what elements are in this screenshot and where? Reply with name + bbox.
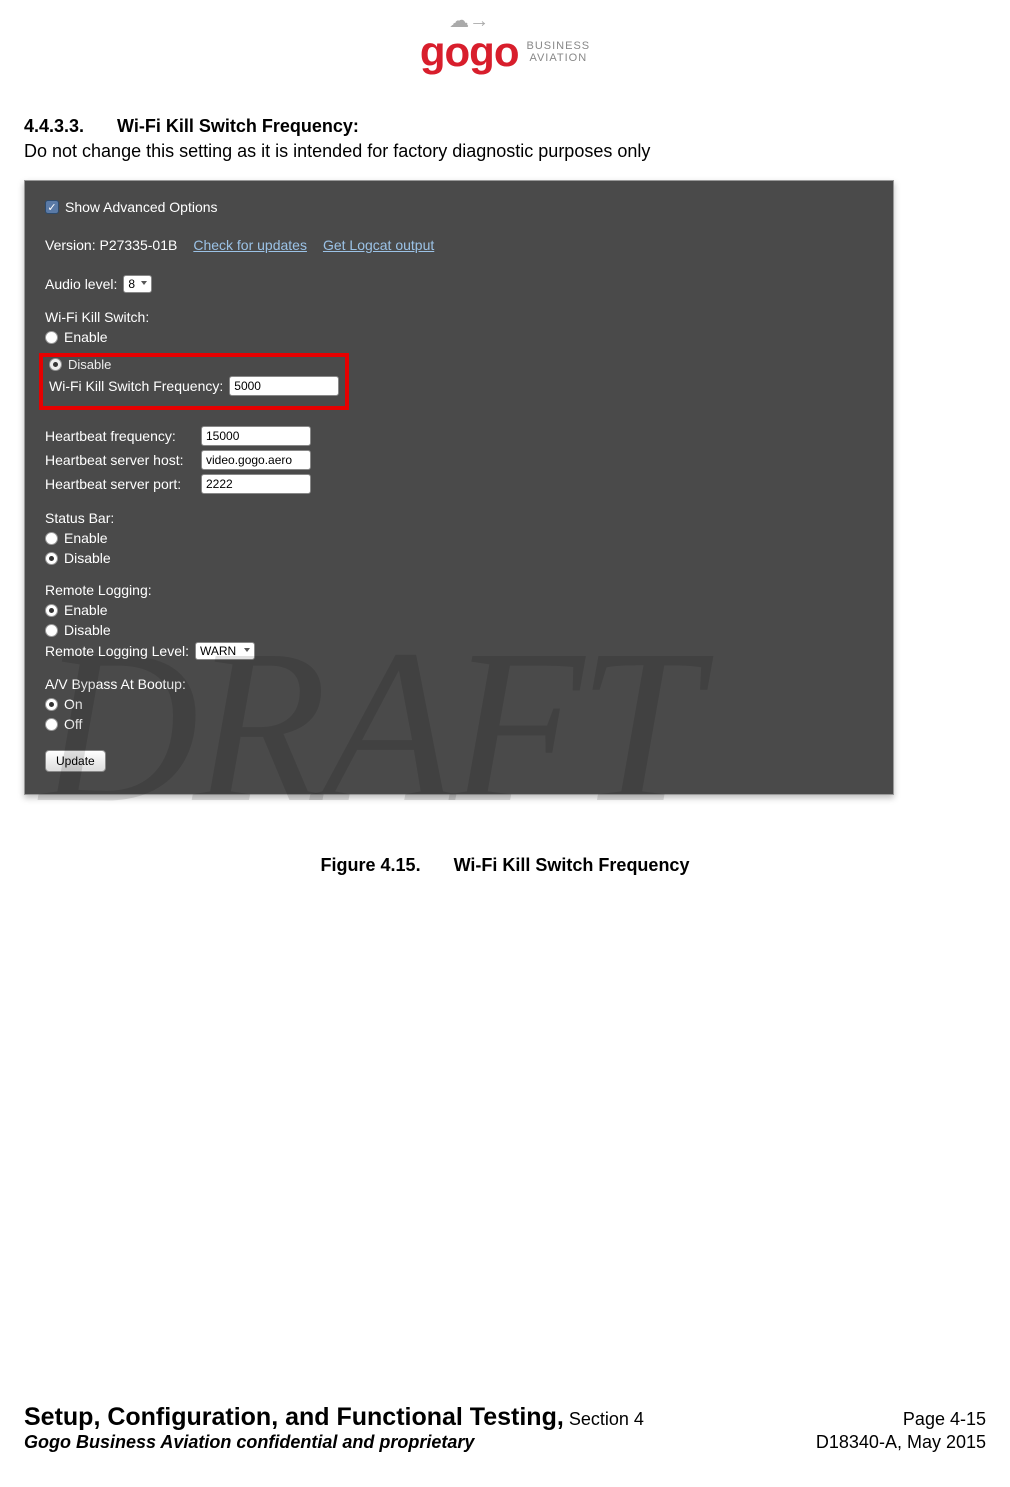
logo-subtext: BUSINESSAVIATION	[526, 40, 590, 64]
show-advanced-checkbox[interactable]: ✓	[45, 200, 59, 214]
logo-brand: gogo	[420, 28, 519, 75]
highlight-box: Disable Wi-Fi Kill Switch Frequency: 500…	[39, 353, 349, 410]
bypass-label: A/V Bypass At Bootup:	[45, 676, 873, 692]
wifi-freq-input[interactable]: 5000	[229, 376, 339, 396]
bypass-on-label: On	[64, 696, 83, 712]
remote-log-level-select[interactable]: WARN	[195, 642, 255, 660]
show-advanced-label: Show Advanced Options	[65, 199, 218, 215]
bypass-off-radio[interactable]	[45, 718, 58, 731]
wifi-disable-radio[interactable]	[49, 358, 62, 371]
footer-docnum: D18340-A, May 2015	[816, 1432, 986, 1453]
figure-title: Wi-Fi Kill Switch Frequency	[454, 855, 690, 875]
statusbar-enable-radio[interactable]	[45, 532, 58, 545]
wifi-freq-label: Wi-Fi Kill Switch Frequency:	[49, 378, 223, 394]
audio-level-label: Audio level:	[45, 276, 117, 292]
hb-freq-input[interactable]: 15000	[201, 426, 311, 446]
remotelog-disable-radio[interactable]	[45, 624, 58, 637]
wifi-enable-label: Enable	[64, 329, 108, 345]
statusbar-enable-label: Enable	[64, 530, 108, 546]
remotelog-disable-label: Disable	[64, 622, 111, 638]
statusbar-disable-radio[interactable]	[45, 552, 58, 565]
section-number: 4.4.3.3.	[24, 116, 112, 137]
bypass-on-radio[interactable]	[45, 698, 58, 711]
footer-confidential: Gogo Business Aviation confidential and …	[24, 1432, 474, 1453]
page-footer: Setup, Configuration, and Functional Tes…	[24, 1403, 986, 1453]
footer-title: Setup, Configuration, and Functional Tes…	[24, 1403, 564, 1431]
section-title: Wi-Fi Kill Switch Frequency:	[117, 116, 359, 136]
hb-port-label: Heartbeat server port:	[45, 476, 195, 492]
section-body: Do not change this setting as it is inte…	[24, 141, 986, 162]
footer-page: Page 4-15	[903, 1409, 986, 1430]
figure-caption: Figure 4.15. Wi-Fi Kill Switch Frequency	[24, 855, 986, 876]
embedded-screenshot: ✓ Show Advanced Options Version: P27335-…	[24, 180, 894, 795]
update-button[interactable]: Update	[45, 750, 106, 772]
get-logcat-link[interactable]: Get Logcat output	[323, 237, 434, 253]
audio-level-select[interactable]: 8	[123, 275, 152, 293]
version-label: Version: P27335-01B	[45, 237, 177, 253]
section-heading: 4.4.3.3. Wi-Fi Kill Switch Frequency:	[24, 116, 986, 137]
remote-log-level-label: Remote Logging Level:	[45, 643, 189, 659]
remote-log-label: Remote Logging:	[45, 582, 873, 598]
remotelog-enable-label: Enable	[64, 602, 108, 618]
bypass-off-label: Off	[64, 716, 82, 732]
figure-number: Figure 4.15.	[321, 855, 421, 876]
wifi-kill-label: Wi-Fi Kill Switch:	[45, 309, 873, 325]
hb-host-label: Heartbeat server host:	[45, 452, 195, 468]
wifi-disable-label: Disable	[68, 357, 111, 372]
hb-port-input[interactable]: 2222	[201, 474, 311, 494]
remotelog-enable-radio[interactable]	[45, 604, 58, 617]
statusbar-disable-label: Disable	[64, 550, 111, 566]
wifi-enable-radio[interactable]	[45, 331, 58, 344]
status-bar-label: Status Bar:	[45, 510, 873, 526]
logo-header: ☁→ gogo BUSINESSAVIATION	[24, 28, 986, 76]
hb-host-input[interactable]: video.gogo.aero	[201, 450, 311, 470]
footer-section: Section 4	[569, 1409, 644, 1429]
check-updates-link[interactable]: Check for updates	[193, 237, 307, 253]
hb-freq-label: Heartbeat frequency:	[45, 428, 195, 444]
